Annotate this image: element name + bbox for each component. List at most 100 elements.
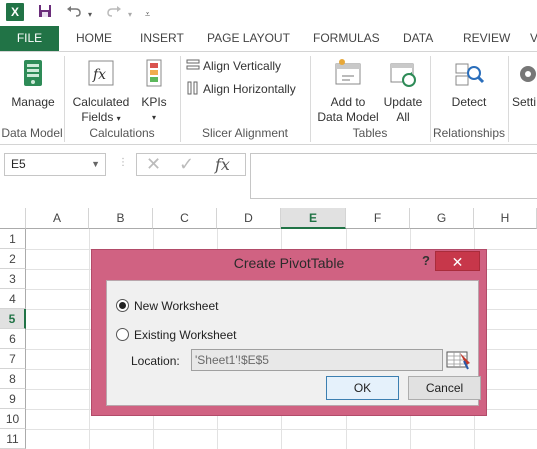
group-label-calculations: Calculations (89, 126, 155, 140)
close-button[interactable]: ✕ (435, 251, 480, 271)
row-header[interactable]: 1 (0, 229, 26, 249)
location-field[interactable]: 'Sheet1'!$E$5 (191, 349, 443, 371)
calculated-fields-label-2: Fields ▾ (81, 110, 121, 124)
insert-function-icon[interactable]: fx (215, 154, 230, 175)
gear-icon (512, 56, 537, 90)
refresh-icon (387, 56, 419, 90)
enter-icon[interactable]: ✓ (179, 154, 194, 175)
settings-label: Setti (512, 95, 537, 109)
tab-review[interactable]: REVIEW (463, 26, 510, 51)
align-vertically-button[interactable]: Align Vertically (186, 58, 281, 76)
location-label: Location: (131, 354, 180, 368)
tab-file[interactable]: FILE (0, 26, 59, 51)
add-to-data-model-label-2: Data Model (317, 110, 379, 124)
add-to-data-model-icon (332, 56, 364, 90)
select-all-corner[interactable] (0, 208, 26, 229)
cancel-button[interactable]: Cancel (408, 376, 481, 400)
calculated-fields-button[interactable]: fx Calculated Fields ▾ (70, 56, 132, 126)
undo-icon[interactable] (66, 4, 82, 21)
update-all-label-2: All (396, 110, 410, 124)
update-all-button[interactable]: Update All (380, 56, 426, 125)
radio-unselected-icon (116, 328, 129, 341)
row-header[interactable]: 8 (0, 369, 26, 389)
align-horizontally-button[interactable]: Align Horizontally (186, 81, 296, 99)
formula-bar-resize-icon[interactable]: ⋮ (118, 157, 128, 168)
row-header[interactable]: 4 (0, 289, 26, 309)
group-label-relationships: Relationships (432, 126, 506, 140)
collapse-dialog-icon (446, 351, 472, 374)
column-header-selected[interactable]: E (281, 208, 346, 229)
save-icon[interactable] (38, 4, 52, 21)
row-header[interactable]: 10 (0, 409, 26, 429)
tab-formulas[interactable]: FORMULAS (313, 26, 380, 51)
grid-line (89, 229, 90, 449)
redo-icon[interactable] (106, 4, 122, 21)
group-label-slicer-alignment: Slicer Alignment (201, 126, 289, 140)
column-header[interactable]: B (89, 208, 153, 229)
formula-input[interactable] (250, 153, 537, 199)
ribbon: Manage Data Model fx Calculated Fields ▾… (0, 51, 537, 145)
grid-line (26, 429, 537, 430)
align-horizontally-label: Align Horizontally (203, 82, 296, 96)
column-header[interactable]: C (153, 208, 217, 229)
detect-icon (453, 56, 485, 90)
tab-insert[interactable]: INSERT (140, 26, 184, 51)
add-to-data-model-label-1: Add to (330, 95, 366, 109)
name-box-value: E5 (11, 157, 26, 171)
tab-page-layout[interactable]: PAGE LAYOUT (207, 26, 290, 51)
row-header[interactable]: 7 (0, 349, 26, 369)
column-header[interactable]: G (410, 208, 474, 229)
row-header[interactable]: 9 (0, 389, 26, 409)
existing-worksheet-label: Existing Worksheet (134, 328, 237, 342)
calculated-fields-label-1: Calculated (72, 95, 130, 109)
redo-dropdown-icon[interactable]: ▾ (128, 7, 132, 23)
kpis-button[interactable]: KPIs ▾ (136, 56, 172, 125)
cancel-icon[interactable]: ✕ (146, 154, 161, 175)
detect-button[interactable]: Detect (444, 56, 494, 110)
align-horizontally-icon (186, 81, 200, 99)
data-model-icon (18, 56, 48, 90)
group-label-data-model: Data Model (1, 126, 63, 140)
formula-tools: ✕ ✓ fx (136, 153, 246, 176)
row-header[interactable]: 11 (0, 429, 26, 449)
help-button[interactable]: ? (416, 250, 436, 272)
kpis-dropdown-icon: ▾ (151, 113, 156, 122)
radio-selected-icon (116, 299, 129, 312)
column-header[interactable]: A (26, 208, 89, 229)
close-icon: ✕ (451, 254, 464, 270)
customize-qat-icon[interactable]: ⩡ (145, 6, 150, 22)
row-header[interactable]: 2 (0, 249, 26, 269)
row-header-selected[interactable]: 5 (0, 309, 26, 329)
undo-dropdown-icon[interactable]: ▾ (88, 7, 92, 23)
tab-home[interactable]: HOME (76, 26, 112, 51)
align-vertically-icon (186, 58, 200, 76)
new-worksheet-label: New Worksheet (134, 299, 219, 313)
detect-label: Detect (451, 95, 487, 109)
column-header[interactable]: F (346, 208, 410, 229)
tab-view[interactable]: V (530, 26, 537, 51)
column-header[interactable]: H (474, 208, 537, 229)
tab-data[interactable]: DATA (403, 26, 433, 51)
range-select-button[interactable] (446, 349, 472, 371)
dialog-body: New Worksheet Existing Worksheet Locatio… (106, 280, 481, 406)
kpis-label: KPIs (141, 95, 167, 109)
row-header[interactable]: 3 (0, 269, 26, 289)
group-label-tables: Tables (352, 126, 388, 140)
settings-button[interactable]: Setti (512, 56, 537, 110)
row-header[interactable]: 6 (0, 329, 26, 349)
svg-text:fx: fx (92, 67, 106, 83)
excel-app-icon: X (6, 3, 24, 21)
ribbon-tabs: FILE HOME INSERT PAGE LAYOUT FORMULAS DA… (0, 26, 537, 51)
align-vertically-label: Align Vertically (203, 59, 282, 73)
manage-button[interactable]: Manage (6, 56, 60, 110)
chevron-down-icon[interactable]: ▼ (91, 154, 100, 175)
existing-worksheet-radio[interactable]: Existing Worksheet (116, 326, 237, 344)
ok-button[interactable]: OK (326, 376, 399, 400)
manage-label: Manage (11, 95, 55, 109)
new-worksheet-radio[interactable]: New Worksheet (116, 297, 218, 315)
group-separator (508, 56, 509, 142)
name-box[interactable]: E5 ▼ (4, 153, 106, 176)
kpi-icon (142, 56, 166, 90)
add-to-data-model-button[interactable]: Add to Data Model (314, 56, 382, 125)
column-header[interactable]: D (217, 208, 281, 229)
